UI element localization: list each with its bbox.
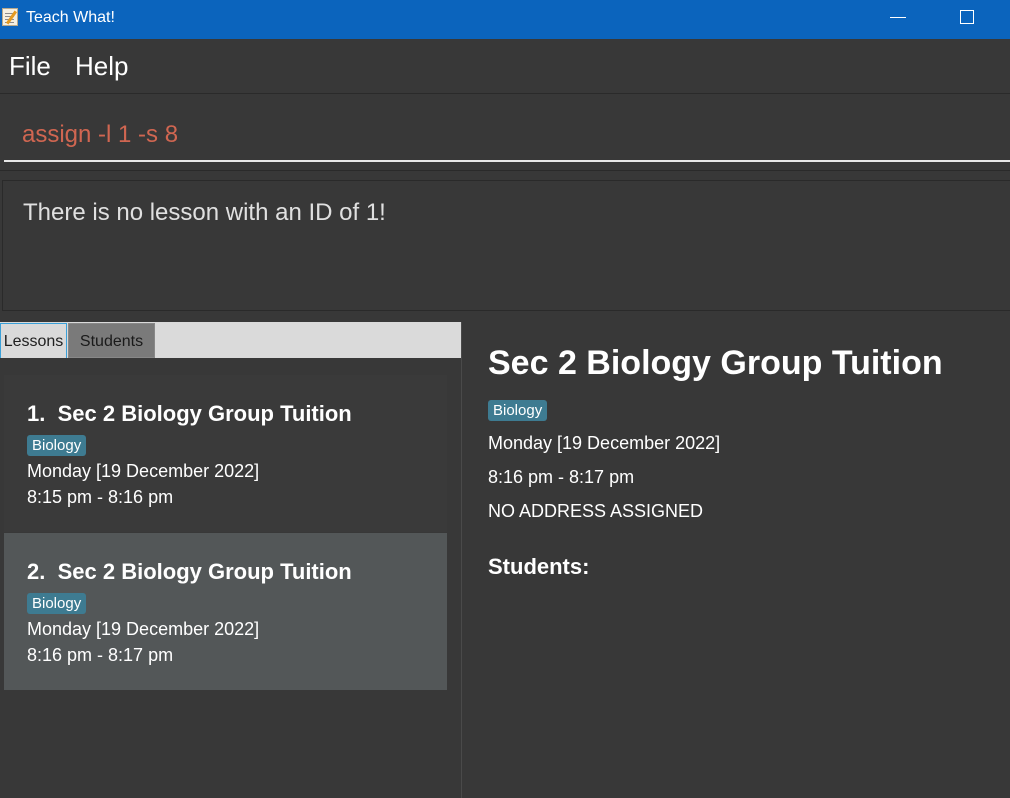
command-input-text: assign -l 1 -s 8 — [22, 121, 179, 148]
detail-title: Sec 2 Biology Group Tuition — [488, 344, 943, 382]
lesson-card-selected[interactable]: 2. Sec 2 Biology Group Tuition Biology M… — [4, 533, 447, 690]
lesson-day: Monday [19 December 2022] — [27, 461, 260, 481]
app-notepad-icon — [2, 8, 18, 26]
lesson-list-pane: Lessons Students 1. Sec 2 Biology Group … — [0, 322, 462, 798]
lesson-title: 2. Sec 2 Biology Group Tuition — [27, 559, 352, 585]
tab-lessons[interactable]: Lessons — [0, 323, 67, 358]
maximize-icon[interactable] — [960, 10, 974, 24]
result-message: There is no lesson with an ID of 1! — [23, 199, 386, 226]
lesson-card[interactable]: 1. Sec 2 Biology Group Tuition Biology M… — [4, 375, 447, 532]
detail-address: NO ADDRESS ASSIGNED — [488, 501, 704, 521]
command-box-area: assign -l 1 -s 8 — [0, 95, 1010, 170]
divider — [0, 170, 1010, 171]
command-input[interactable]: assign -l 1 -s 8 — [4, 99, 1010, 162]
detail-day: Monday [19 December 2022] — [488, 433, 721, 453]
subject-tag: Biology — [27, 593, 87, 614]
window-title: Teach What! — [26, 9, 115, 26]
detail-subject-tag: Biology — [488, 400, 548, 421]
lesson-time: 8:16 pm - 8:17 pm — [27, 645, 174, 665]
menu-file[interactable]: File — [9, 51, 51, 82]
window-titlebar: Teach What! — [0, 0, 1010, 39]
subject-tag: Biology — [27, 435, 87, 456]
lesson-name: Sec 2 Biology Group Tuition — [57, 559, 352, 584]
lesson-detail-pane: Sec 2 Biology Group Tuition Biology Mond… — [463, 322, 1010, 798]
lesson-day: Monday [19 December 2022] — [27, 619, 260, 639]
lesson-title: 1. Sec 2 Biology Group Tuition — [27, 401, 352, 427]
minimize-icon[interactable] — [890, 17, 906, 18]
lesson-index: 1. — [27, 401, 46, 426]
detail-students-label: Students: — [488, 554, 590, 579]
lesson-time: 8:15 pm - 8:16 pm — [27, 487, 174, 507]
tab-students[interactable]: Students — [68, 323, 155, 358]
lesson-name: Sec 2 Biology Group Tuition — [57, 401, 352, 426]
menu-bar: File Help — [0, 39, 1010, 94]
menu-help[interactable]: Help — [75, 51, 128, 82]
detail-time: 8:16 pm - 8:17 pm — [488, 467, 635, 487]
lesson-index: 2. — [27, 559, 46, 584]
tab-bar: Lessons Students — [0, 322, 461, 358]
result-display[interactable]: There is no lesson with an ID of 1! — [2, 180, 1010, 311]
